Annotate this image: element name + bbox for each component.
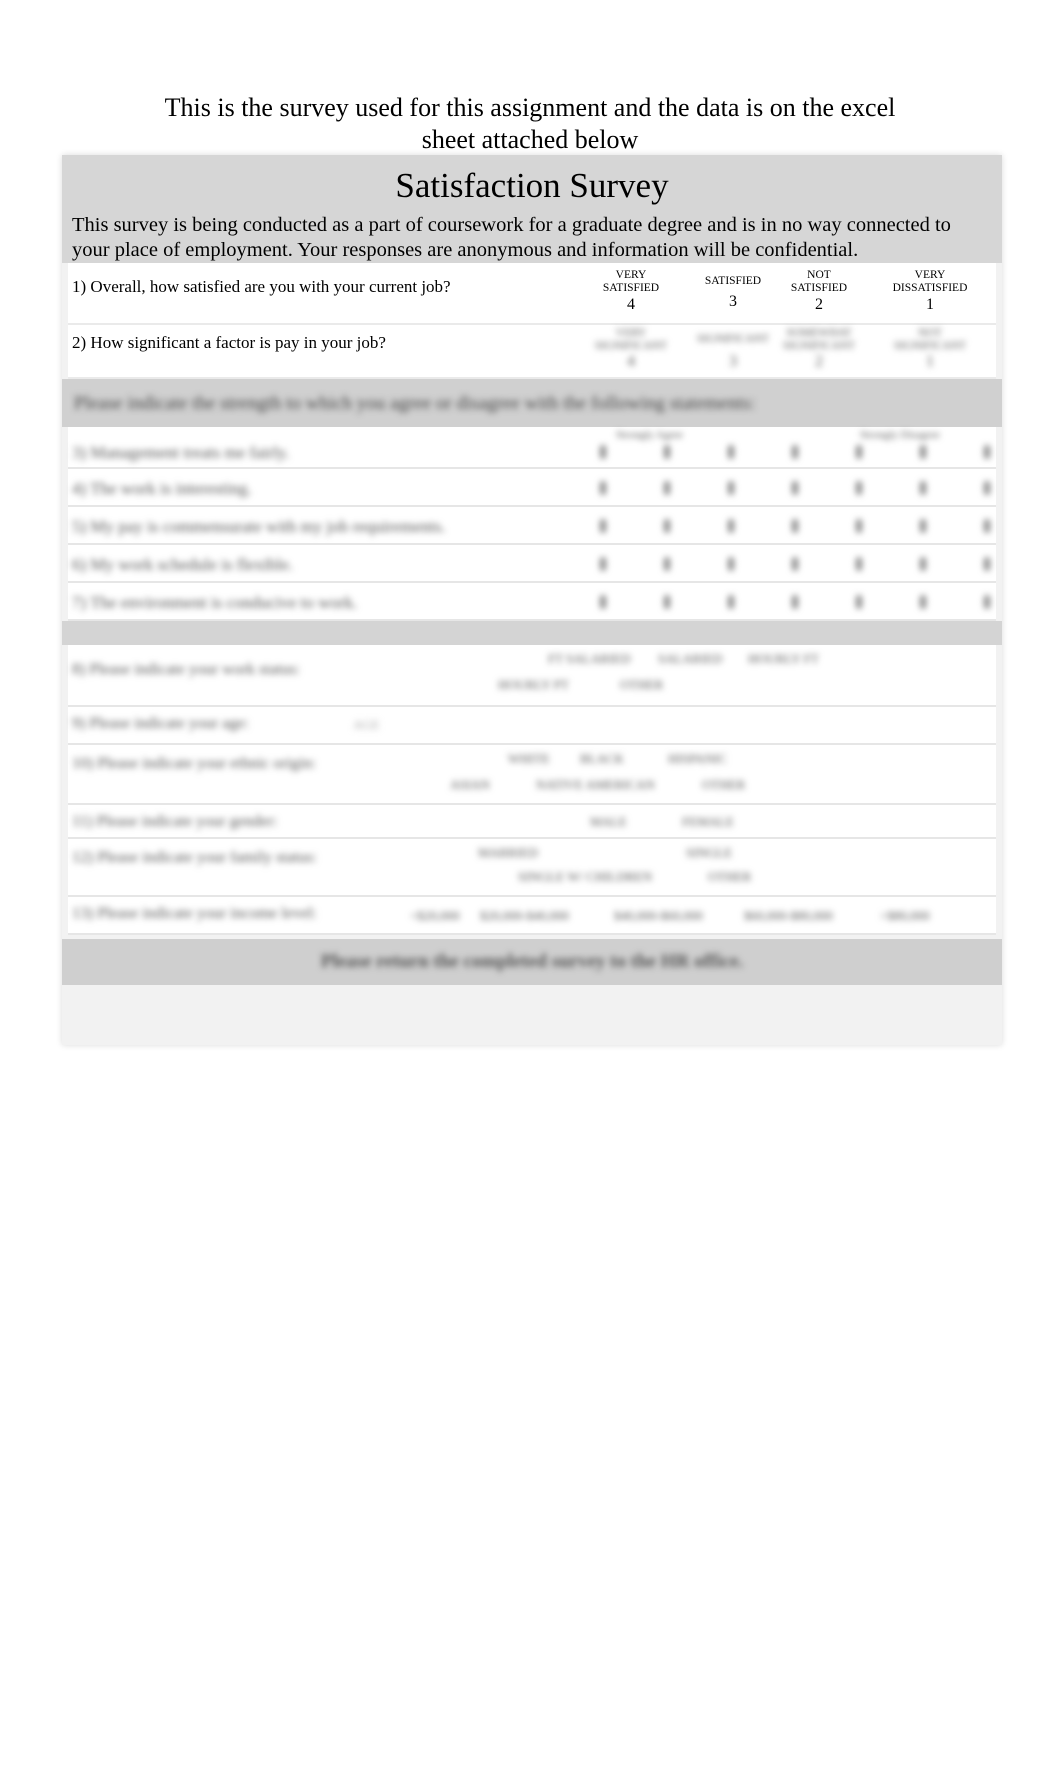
option-label: NOT — [807, 269, 831, 281]
section-divider — [62, 621, 1002, 645]
survey-form: Satisfaction Survey This survey is being… — [62, 155, 1002, 1045]
question-1-text: 1) Overall, how satisfied are you with y… — [72, 277, 451, 296]
option-chip[interactable]: FEMALE — [682, 814, 734, 830]
demographic-text: 13) Please indicate your income level: — [72, 905, 317, 922]
likert-instructions-band: Please indicate the strength to which yo… — [62, 379, 1002, 427]
option-chip[interactable]: FT SALARIED — [548, 651, 630, 667]
question-1-row: 1) Overall, how satisfied are you with y… — [68, 263, 996, 325]
likert-options[interactable] — [600, 513, 990, 537]
demographic-text: 8) Please indicate your work status: — [72, 661, 300, 678]
intro-text: This is the survey used for this assignm… — [120, 92, 940, 156]
option-label: NOT — [918, 327, 942, 339]
option-chip[interactable]: HISPANIC — [668, 751, 727, 767]
option-chip[interactable]: OTHER — [620, 677, 663, 693]
option-chip[interactable]: MARRIED — [478, 845, 538, 861]
likert-options[interactable] — [600, 551, 990, 575]
survey-description: This survey is being conducted as a part… — [72, 213, 992, 263]
likert-item-text: 7) The environment is conducive to work. — [72, 593, 358, 612]
demographic-row-age: 9) Please indicate your age: AGE — [68, 707, 996, 745]
demographic-row-income: 13) Please indicate your income level: <… — [68, 897, 996, 935]
demographic-text: 12) Please indicate your family status: — [72, 849, 317, 866]
option-chip[interactable]: OTHER — [702, 777, 745, 793]
option-chip[interactable]: HOURLY PT — [498, 677, 569, 693]
option-label: VERY — [914, 269, 946, 281]
option-chip[interactable]: SINGLE — [686, 845, 732, 861]
likert-row: 4) The work is interesting. — [68, 469, 996, 507]
demographic-text: 10) Please indicate your ethnic origin: — [72, 755, 316, 772]
description-line-1: This survey is being conducted as a part… — [72, 214, 951, 236]
option-label: SATISFIED — [790, 282, 848, 294]
q1-option-very-satisfied[interactable]: VERY SATISFIED — [576, 269, 686, 295]
option-chip[interactable]: BLACK — [580, 751, 624, 767]
option-chip[interactable]: $40,000-$60,000 — [614, 908, 703, 924]
likert-row: 5) My pay is commensurate with my job re… — [68, 507, 996, 545]
likert-row: 7) The environment is conducive to work. — [68, 583, 996, 621]
likert-options[interactable] — [600, 589, 990, 613]
demographic-row-gender: 11) Please indicate your gender: MALE FE… — [68, 805, 996, 839]
question-2-row: 2) How significant a factor is pay in yo… — [68, 325, 996, 379]
age-field[interactable]: AGE — [353, 717, 380, 733]
option-chip[interactable]: SALARIED — [658, 651, 722, 667]
q1-option-very-dissatisfied[interactable]: VERY DISSATISFIED — [875, 269, 985, 295]
description-line-2: your place of employment. Your responses… — [72, 239, 859, 261]
likert-row: 3) Management treats me fairly. Strongly… — [68, 427, 996, 469]
option-chip[interactable]: <$20,000 — [410, 908, 460, 924]
option-chip[interactable]: SINGLE W/ CHILDREN — [518, 869, 652, 885]
q2-value-4[interactable]: 4 — [611, 353, 651, 371]
option-label: VERY — [615, 327, 647, 339]
option-chip[interactable]: WHITE — [508, 751, 550, 767]
q1-value-2[interactable]: 2 — [799, 296, 839, 314]
q2-value-3[interactable]: 3 — [713, 353, 753, 371]
demographic-text: 9) Please indicate your age: — [72, 715, 249, 732]
demographic-text: 11) Please indicate your gender: — [72, 813, 278, 830]
q2-option-very-significant[interactable]: VERY SIGNIFICANT — [576, 327, 686, 353]
return-instructions: Please return the completed survey to th… — [320, 951, 744, 972]
option-chip[interactable]: HOURLY FT — [748, 651, 819, 667]
demographic-row-family: 12) Please indicate your family status: … — [68, 839, 996, 897]
likert-item-text: 4) The work is interesting. — [72, 479, 252, 498]
option-chip[interactable]: $20,000-$40,000 — [480, 908, 569, 924]
survey-title: Satisfaction Survey — [395, 166, 669, 205]
q2-value-1[interactable]: 1 — [910, 353, 950, 371]
option-label: SIGNIFICANT — [594, 340, 668, 352]
q1-value-3[interactable]: 3 — [713, 293, 753, 311]
demographic-row-work-status: 8) Please indicate your work status: FT … — [68, 645, 996, 707]
option-label: DISSATISFIED — [892, 282, 968, 294]
likert-item-text: 3) Management treats me fairly. — [72, 443, 290, 462]
likert-options[interactable] — [600, 475, 990, 499]
return-instructions-band: Please return the completed survey to th… — [62, 939, 1002, 985]
intro-line-1: This is the survey used for this assignm… — [164, 93, 896, 122]
option-chip[interactable]: NATIVE AMERICAN — [536, 777, 655, 793]
q1-value-1[interactable]: 1 — [910, 296, 950, 314]
option-label: SIGNIFICANT — [893, 340, 967, 352]
q2-option-not-significant[interactable]: NOT SIGNIFICANT — [875, 327, 985, 353]
q1-value-4[interactable]: 4 — [611, 296, 651, 314]
q2-value-2[interactable]: 2 — [799, 353, 839, 371]
option-label: SIGNIFICANT — [782, 340, 856, 352]
option-chip[interactable]: >$80,000 — [880, 908, 930, 924]
option-label: VERY — [615, 269, 647, 281]
option-label: SATISFIED — [602, 282, 660, 294]
likert-item-text: 5) My pay is commensurate with my job re… — [72, 517, 446, 536]
q1-option-not-satisfied[interactable]: NOT SATISFIED — [764, 269, 874, 295]
option-chip[interactable]: ASIAN — [450, 777, 490, 793]
intro-line-2: sheet attached below — [421, 125, 639, 154]
option-label: SOMEWHAT — [786, 327, 852, 339]
likert-item-text: 6) My work schedule is flexible. — [72, 555, 293, 574]
likert-instructions: Please indicate the strength to which yo… — [74, 393, 756, 414]
likert-options[interactable] — [600, 439, 990, 463]
option-chip[interactable]: OTHER — [708, 869, 751, 885]
option-chip[interactable]: $60,000-$80,000 — [744, 908, 833, 924]
option-chip[interactable]: MALE — [590, 814, 627, 830]
likert-row: 6) My work schedule is flexible. — [68, 545, 996, 583]
survey-header: Satisfaction Survey This survey is being… — [62, 155, 1002, 263]
question-2-text: 2) How significant a factor is pay in yo… — [72, 333, 386, 352]
q2-option-somewhat-significant[interactable]: SOMEWHAT SIGNIFICANT — [764, 327, 874, 353]
demographic-row-ethnicity: 10) Please indicate your ethnic origin: … — [68, 745, 996, 805]
